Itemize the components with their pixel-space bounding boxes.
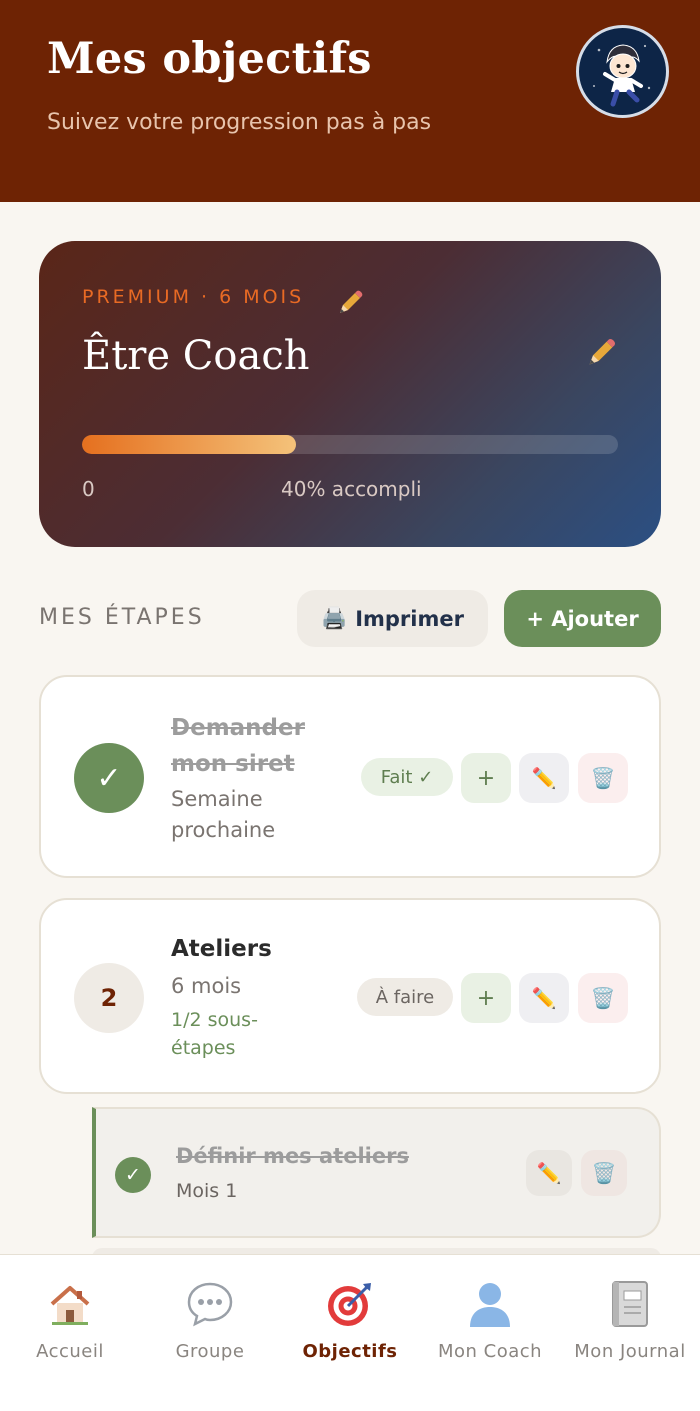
step-title-line2: mon siret [171, 751, 295, 777]
goal-card[interactable]: PREMIUM · 6 MOIS Être Coach 0 40% accomp… [39, 241, 661, 547]
nav-item-mon-coach[interactable]: Mon Coach [420, 1255, 560, 1411]
edit-pencil-icon[interactable]: ✏️ [519, 753, 569, 803]
steps-section-title: MES ÉTAPES [39, 605, 205, 630]
step-card[interactable]: ✓ Demander mon siret Semaine prochaine F… [39, 675, 661, 878]
substep-card[interactable]: ✓ Définir mes ateliers Mois 1 ✏️ 🗑️ [92, 1107, 661, 1238]
substep-done-check-icon[interactable]: ✓ [115, 1157, 151, 1193]
add-substep-button[interactable]: + [461, 973, 511, 1023]
nav-label: Groupe [175, 1341, 245, 1362]
step-title: Ateliers [171, 936, 272, 962]
step-timeframe-line2: prochaine [171, 818, 276, 842]
edit-pencil-icon[interactable] [335, 288, 365, 318]
goal-title: Être Coach [82, 333, 310, 379]
edit-pencil-icon[interactable]: ✏️ [519, 973, 569, 1023]
target-icon [325, 1279, 375, 1329]
goal-progress-fill [82, 435, 297, 454]
edit-pencil-icon[interactable] [584, 336, 618, 370]
trash-icon[interactable]: 🗑️ [578, 973, 628, 1023]
person-icon [465, 1279, 515, 1329]
goal-progress-bar [82, 435, 618, 454]
step-substeps-count: 1/2 sous- [171, 1009, 258, 1031]
print-button-label: Imprimer [355, 606, 464, 631]
print-button[interactable]: 🖨️ Imprimer [297, 590, 488, 647]
notebook-icon [605, 1279, 655, 1329]
printer-icon: 🖨️ [321, 606, 348, 630]
step-substeps-count-line2: étapes [171, 1037, 236, 1059]
nav-item-groupe[interactable]: Groupe [140, 1255, 280, 1411]
edit-pencil-icon[interactable]: ✏️ [526, 1150, 572, 1196]
step-status-badge[interactable]: À faire [357, 978, 453, 1016]
nav-label: Objectifs [302, 1341, 398, 1362]
app-header: Mes objectifs Suivez votre progression p… [0, 0, 700, 202]
nav-label: Accueil [36, 1341, 104, 1362]
boy-avatar-icon[interactable] [576, 25, 669, 118]
step-timeframe: 6 mois [171, 974, 242, 998]
progress-start-label: 0 [82, 477, 95, 501]
trash-icon[interactable]: 🗑️ [578, 753, 628, 803]
substep-timeframe: Mois 1 [176, 1180, 238, 1202]
substep-title: Définir mes ateliers [176, 1144, 409, 1168]
step-timeframe: Semaine [171, 787, 263, 811]
goal-plan-tag: PREMIUM · 6 MOIS [82, 286, 305, 308]
page-title: Mes objectifs [47, 34, 372, 84]
bottom-nav: Accueil Groupe Objectifs Mon Coach Mon J… [0, 1254, 700, 1411]
nav-item-accueil[interactable]: Accueil [0, 1255, 140, 1411]
add-substep-button[interactable]: + [461, 753, 511, 803]
step-number-badge[interactable]: 2 [74, 963, 144, 1033]
nav-item-objectifs[interactable]: Objectifs [280, 1255, 420, 1411]
step-card[interactable]: 2 Ateliers 6 mois 1/2 sous- étapes À fai… [39, 898, 661, 1094]
nav-item-mon-journal[interactable]: Mon Journal [560, 1255, 700, 1411]
speech-bubble-icon [185, 1279, 235, 1329]
trash-icon[interactable]: 🗑️ [581, 1150, 627, 1196]
nav-label: Mon Coach [437, 1341, 543, 1362]
add-step-button[interactable]: + Ajouter [504, 590, 661, 647]
step-done-check-icon[interactable]: ✓ [74, 743, 144, 813]
step-status-badge[interactable]: Fait ✓ [361, 758, 453, 796]
step-title: Demander [171, 715, 305, 741]
progress-percent-label: 40% accompli [281, 477, 422, 501]
page-subtitle: Suivez votre progression pas à pas [47, 110, 432, 135]
nav-label: Mon Journal [574, 1341, 686, 1362]
home-icon [45, 1279, 95, 1329]
avatar-illustration [593, 44, 651, 107]
